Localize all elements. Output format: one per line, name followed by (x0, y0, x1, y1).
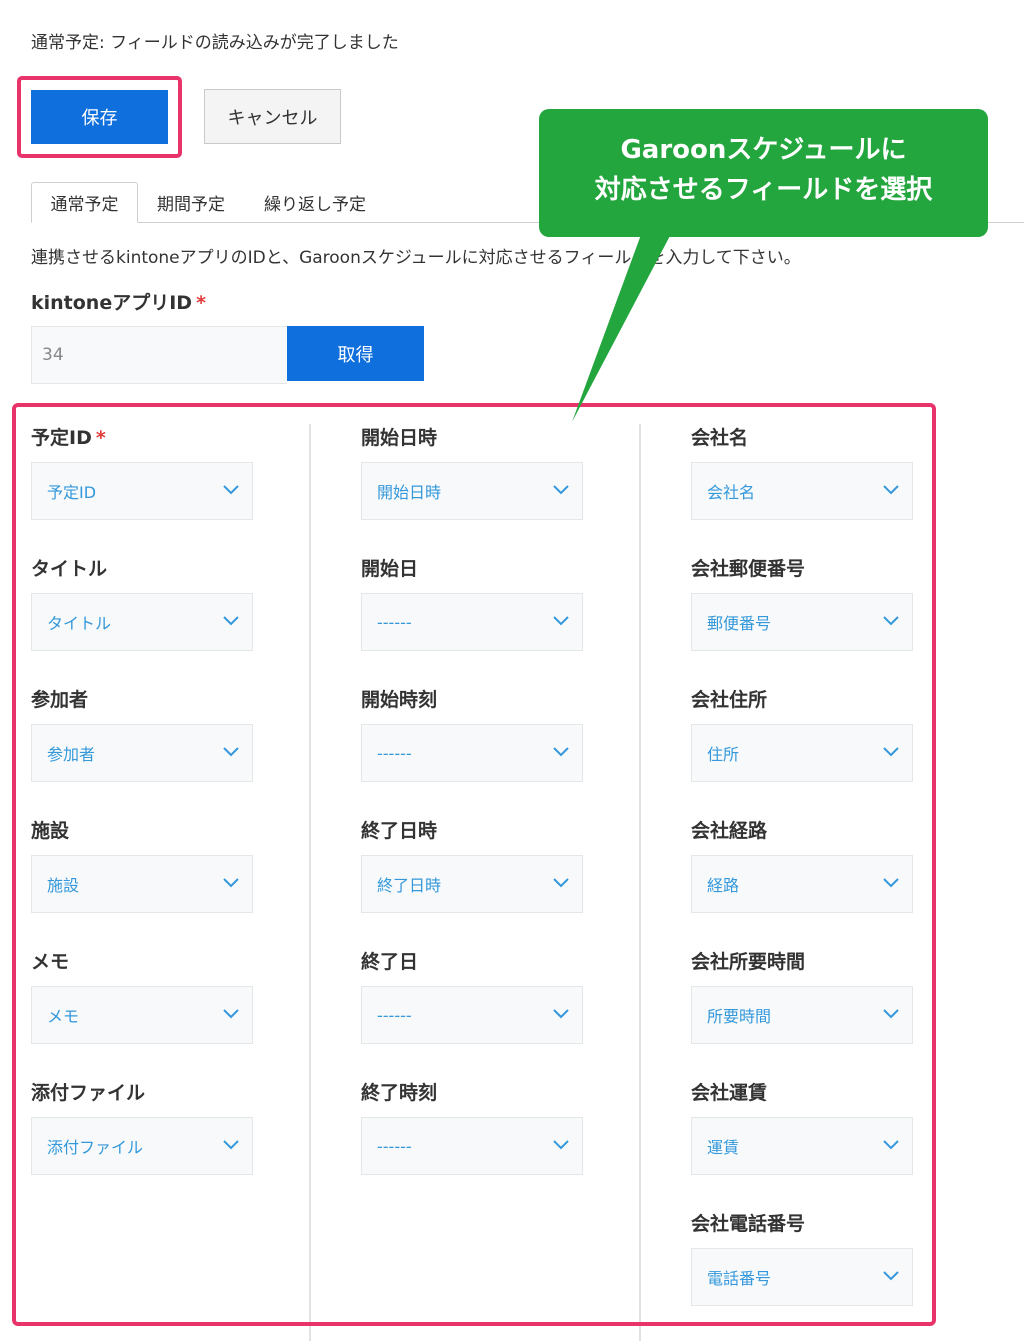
status-message: 通常予定: フィールドの読み込みが完了しました (31, 33, 399, 53)
fields-highlight-box (12, 403, 936, 1326)
description-text: 連携させるkintoneアプリのIDと、Garoonスケジュールに対応させるフィ… (31, 248, 801, 268)
cancel-button[interactable]: キャンセル (204, 89, 341, 144)
app-id-input[interactable]: 34 (31, 326, 287, 384)
tab-repeat[interactable]: 繰り返し予定 (252, 182, 378, 223)
callout-line1: Garoonスケジュールに (620, 135, 907, 165)
save-highlight-box (17, 76, 182, 158)
tab-regular[interactable]: 通常予定 (31, 182, 138, 223)
tab-period[interactable]: 期間予定 (146, 182, 236, 223)
required-mark: * (196, 292, 207, 314)
app-id-label-text: kintoneアプリID (31, 292, 193, 314)
callout-bubble: Garoonスケジュールに 対応させるフィールドを選択 (539, 109, 988, 237)
get-button[interactable]: 取得 (287, 326, 424, 381)
callout-line2: 対応させるフィールドを選択 (594, 175, 933, 205)
app-id-label: kintoneアプリID * (31, 288, 206, 315)
